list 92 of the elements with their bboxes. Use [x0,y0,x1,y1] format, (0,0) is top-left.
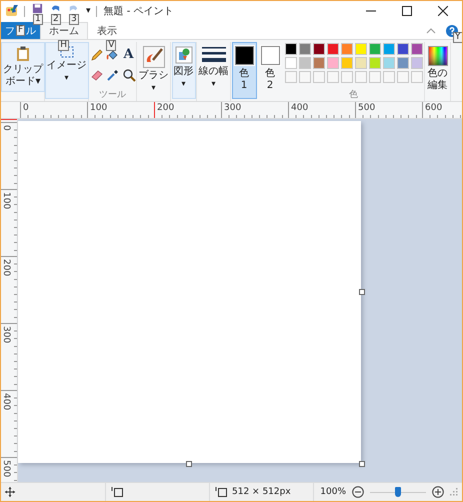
color-swatch[interactable] [326,57,338,69]
ruler-number: 0 [22,103,29,113]
color-swatch[interactable] [410,57,422,69]
ruler-number: 0 [1,124,11,131]
group-label: 色 [349,89,358,101]
color-swatch[interactable] [312,43,324,55]
color-swatch[interactable] [396,57,408,69]
ribbon-tab[interactable]: ホーム [40,22,88,39]
color-swatch[interactable] [326,43,338,55]
paint-app-icon [5,4,19,18]
resize-handle[interactable] [359,461,365,467]
shapes-icon [174,46,192,64]
empty-swatch[interactable] [340,71,352,83]
selection-icon [60,46,74,58]
empty-swatch[interactable] [382,71,394,83]
keytip: Y [453,32,462,42]
color-swatch[interactable] [340,43,352,55]
line-width-button[interactable]: 線の幅 ▾ [196,42,230,99]
image-size: 512 × 512px [232,487,291,497]
pencil-icon[interactable] [90,48,104,62]
color-spectrum-icon [428,46,448,66]
undo-icon[interactable] [50,3,61,14]
empty-swatch[interactable] [396,71,408,83]
customize-dropdown[interactable]: ▾ [86,6,91,16]
collapse-ribbon-icon[interactable] [426,28,436,34]
color-swatch[interactable] [284,57,296,69]
ruler-number: 200 [1,258,11,276]
keytip: 2 [51,14,61,25]
ruler-number: 100 [1,191,11,210]
text-tool[interactable]: A [123,48,134,62]
clipboard-button[interactable]: クリップ ボード▾ [1,42,45,92]
image-size-icon [215,486,227,498]
color-swatch[interactable] [396,43,408,55]
keytip: 3 [69,14,79,25]
ruler-number: 600 [424,103,442,113]
color-swatch[interactable] [410,43,422,55]
group-label: ツール [99,89,126,101]
color-picker-icon[interactable] [106,68,120,82]
close-icon[interactable] [438,6,448,16]
keytip: H [58,40,69,51]
resize-handle[interactable] [359,289,365,295]
empty-swatch[interactable] [354,71,366,83]
color-swatch[interactable] [354,43,366,55]
ruler-number: 300 [1,325,11,344]
zoom-in-icon[interactable] [432,486,444,498]
brushes-button[interactable]: ブラシ ▾ [136,42,170,99]
zoom-out-icon[interactable] [352,486,364,498]
color-selector[interactable]: 色 2 [258,42,282,99]
ruler-number: 300 [223,103,242,113]
color-swatch[interactable] [298,43,310,55]
empty-swatch[interactable] [312,71,324,83]
color-swatch[interactable] [298,57,310,69]
empty-swatch[interactable] [368,71,380,83]
file-tab[interactable]: フ F ル [1,22,40,39]
ruler-number: 500 [357,103,376,113]
line-width-icon [202,46,226,64]
selection-size-icon [111,486,123,498]
eraser-icon[interactable] [90,68,104,82]
color-swatch[interactable] [340,57,352,69]
shapes-button[interactable]: 図形 ▾ [172,42,196,99]
keytip: V [106,40,116,51]
empty-swatch[interactable] [284,71,296,83]
color-swatch[interactable] [382,43,394,55]
maximize-icon[interactable] [402,6,412,16]
brush-icon [142,46,164,68]
ruler-number: 100 [89,103,108,113]
window-title: 無題 - ペイント [104,5,174,18]
color-selector[interactable]: 色 1 [232,42,256,99]
ruler-number: 200 [156,103,174,113]
edit-colors-button[interactable]: 色の 編集 [426,42,450,96]
color-swatch[interactable] [368,57,380,69]
resize-grip-icon[interactable] [450,488,458,496]
magnifier-icon[interactable] [122,68,136,82]
ruler-number: 400 [290,103,308,113]
ribbon-tab[interactable]: 表示 [88,22,126,39]
cursor-position-icon [5,487,15,497]
clipboard-icon [16,46,30,62]
empty-swatch[interactable] [326,71,338,83]
color-swatch[interactable] [382,57,394,69]
ruler-number: 400 [1,392,11,410]
color-swatch[interactable] [312,57,324,69]
ruler-number: 500 [1,459,11,478]
color-swatch[interactable] [368,43,380,55]
fill-bucket-icon[interactable] [106,48,120,62]
empty-swatch[interactable] [298,71,310,83]
keytip: 1 [33,14,43,25]
color-swatch[interactable] [284,43,296,55]
save-icon[interactable] [32,3,43,14]
zoom-level: 100% [320,487,346,497]
color-swatch[interactable] [354,57,366,69]
empty-swatch[interactable] [410,71,422,83]
resize-handle[interactable] [186,461,192,467]
